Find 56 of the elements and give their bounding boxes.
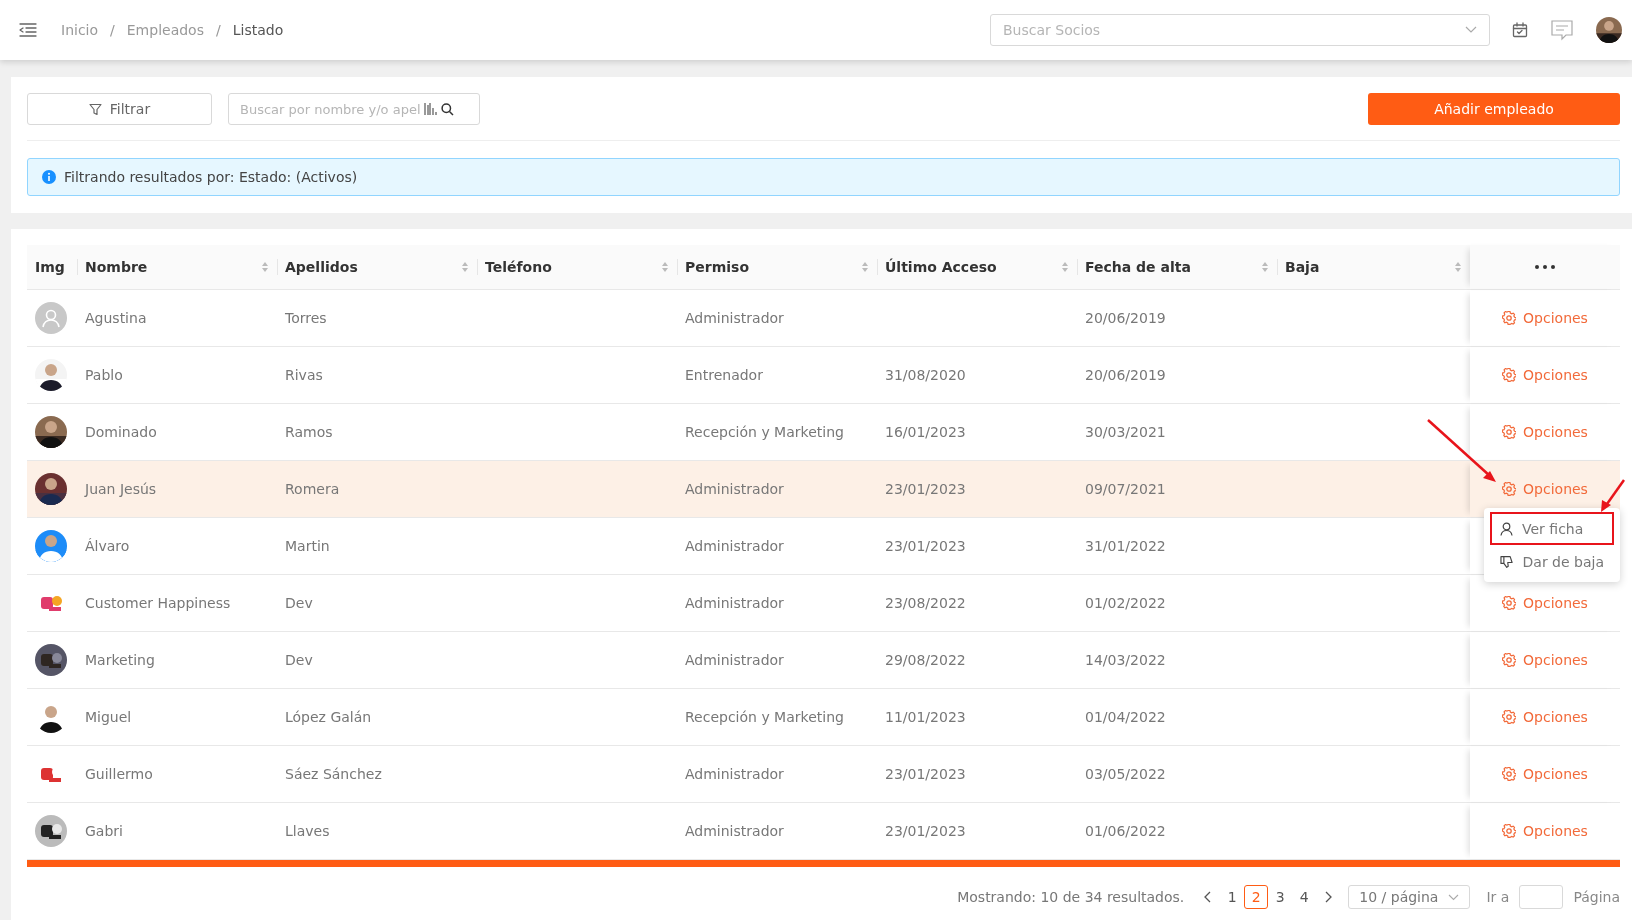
table-cell: 29/08/2022 — [885, 652, 966, 668]
table-cell: Agustina — [85, 310, 147, 326]
table-cell: 20/06/2019 — [1085, 367, 1166, 383]
table-cell: Sáez Sánchez — [285, 766, 382, 782]
table-cell: 09/07/2021 — [1085, 481, 1166, 497]
table-cell: 01/02/2022 — [1085, 595, 1166, 611]
table-cell: Romera — [285, 481, 340, 497]
table-cell: Entrenador — [685, 367, 763, 383]
table-cell: 23/01/2023 — [885, 823, 966, 839]
table-cell: Guillermo — [85, 766, 153, 782]
table-cell: 16/01/2023 — [885, 424, 966, 440]
table-cell: 23/01/2023 — [885, 481, 966, 497]
table-cell: 03/05/2022 — [1085, 766, 1166, 782]
table-cell: 01/06/2022 — [1085, 823, 1166, 839]
table-cell: Gabri — [85, 823, 123, 839]
table-cell: Torres — [285, 310, 327, 326]
table-cell: 11/01/2023 — [885, 709, 966, 725]
table-cell: 23/01/2023 — [885, 766, 966, 782]
alert-text: Filtrando resultados por: Estado: (Activos) — [64, 169, 358, 185]
breadcrumb-item: Listado — [232, 22, 284, 38]
table-cell: Llaves — [285, 823, 330, 839]
table-cell: Pablo — [85, 367, 123, 383]
table-cell: Miguel — [85, 709, 132, 725]
goto-label: Ir a — [1486, 889, 1510, 905]
table-cell: 20/06/2019 — [1085, 310, 1166, 326]
table-cell: 31/01/2022 — [1085, 538, 1166, 554]
breadcrumb-separator: / — [215, 22, 221, 38]
table-cell: Rivas — [285, 367, 323, 383]
table-cell: 14/03/2022 — [1085, 652, 1166, 668]
table-cell: Dev — [285, 595, 313, 611]
table-cell: Administrador — [685, 823, 784, 839]
table-cell: Administrador — [685, 595, 784, 611]
table-cell: 23/08/2022 — [885, 595, 966, 611]
table-cell: Juan Jesús — [85, 481, 157, 497]
table-cell: 31/08/2020 — [885, 367, 966, 383]
table-cell: Administrador — [685, 310, 784, 326]
table-cell: Dev — [285, 652, 313, 668]
breadcrumb-separator: / — [110, 22, 115, 38]
table-cell: Ramos — [285, 424, 333, 440]
table-cell: Marketing — [85, 652, 155, 668]
table-cell: 30/03/2021 — [1085, 424, 1166, 440]
table-cell: Customer Happiness — [85, 595, 231, 611]
table-cell: Álvaro — [85, 538, 130, 554]
table-cell: 01/04/2022 — [1085, 709, 1166, 725]
table-cell: Dominado — [85, 424, 157, 440]
table-cell: 23/01/2023 — [885, 538, 966, 554]
table-cell: Administrador — [685, 766, 784, 782]
table-cell: Administrador — [685, 538, 784, 554]
results-summary: Mostrando: 10 de 34 resultados. — [957, 889, 1185, 905]
table-cell: Recepción y Marketing — [685, 424, 844, 440]
page-label: Página — [1573, 889, 1620, 905]
table-cell: Administrador — [685, 652, 784, 668]
table-cell: Martin — [285, 538, 330, 554]
table-cell: Recepción y Marketing — [685, 709, 844, 725]
table-cell: Administrador — [685, 481, 784, 497]
table-cell: López Galán — [285, 709, 372, 725]
